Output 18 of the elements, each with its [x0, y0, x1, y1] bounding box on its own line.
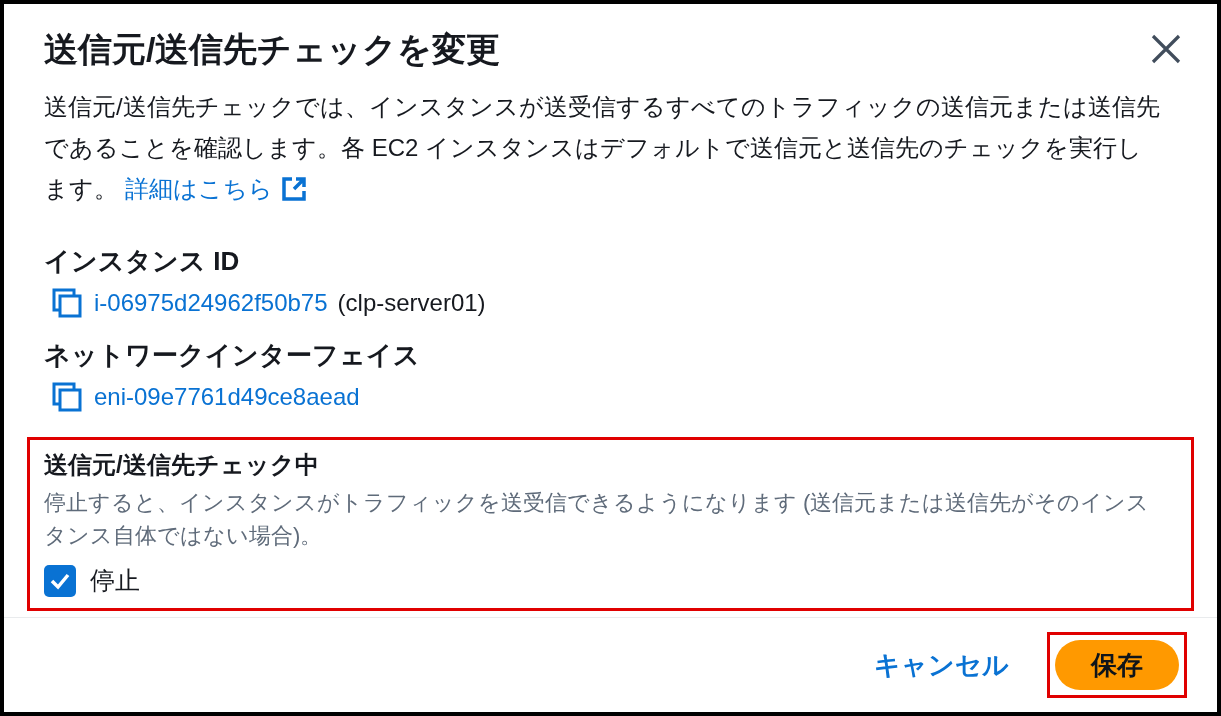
learn-more-link[interactable]: 詳細はこちら [124, 168, 307, 209]
checked-checkbox[interactable] [44, 564, 76, 597]
description-text: 送信元/送信先チェックでは、インスタンスが送受信するすべてのトラフィックの送信元または送信先であることを確認します。各 EC2 インスタンスはデフォルトで送信元と送信先のチェックを実行します。 詳細はこちら [44, 86, 1167, 209]
resource-link[interactable]: eni-09e7761d49ce8aead [94, 379, 360, 415]
copy-icon[interactable] [50, 286, 84, 320]
resource-name: (clp-server01) [337, 288, 486, 318]
dialog-title: 送信元/送信先チェックを変更 [44, 29, 501, 70]
checkbox-label: 停止 [90, 565, 140, 596]
save-button[interactable]: 保存 [1055, 640, 1179, 690]
section-label: 送信元/送信先チェック中 [44, 450, 320, 480]
field-label: インスタンス ID [44, 245, 241, 278]
field-label: ネットワークインターフェイス [44, 339, 421, 372]
copy-icon[interactable] [50, 380, 84, 414]
section-description: 停止すると、インスタンスがトラフィックを送受信できるようになります (送信元または送信先がそのインスタンス自体ではない場合)。 [44, 489, 1151, 550]
close-icon[interactable] [1149, 32, 1183, 66]
cancel-button[interactable]: キャンセル [874, 645, 1009, 685]
resource-link[interactable]: i-06975d24962f50b75 [94, 285, 328, 321]
external-link-icon [280, 175, 307, 202]
